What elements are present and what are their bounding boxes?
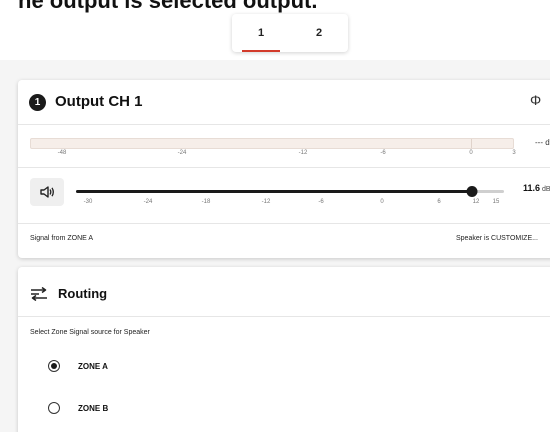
divider	[18, 316, 550, 317]
phase-invert-icon[interactable]: Φ	[530, 92, 541, 108]
output-card-header: 1 Output CH 1 Φ	[18, 80, 550, 125]
volume-tick-label: 0	[380, 199, 384, 205]
speaker-volume-icon	[40, 186, 54, 198]
signal-source-text: Signal from ZONE A	[30, 235, 94, 242]
tab-channel-2-label: 2	[315, 27, 323, 39]
mute-button[interactable]	[30, 178, 64, 206]
channel-tabs: 1 2	[232, 14, 348, 52]
zone-a-option[interactable]: ZONE A	[48, 358, 108, 374]
volume-slider-thumb[interactable]	[466, 186, 478, 197]
meter-tick-label: 0	[469, 150, 473, 156]
volume-value: 11.6	[523, 183, 541, 193]
partial-heading: he output is selected output.	[18, 0, 318, 13]
routing-subtitle: Select Zone Signal source for Speaker	[30, 329, 150, 336]
volume-tick-label: -6	[318, 199, 324, 205]
volume-tick-label: -12	[261, 199, 271, 205]
meter-tick-label: -6	[380, 150, 386, 156]
tab-channel-1-label: 1	[257, 27, 265, 39]
zone-b-option[interactable]: ZONE B	[48, 400, 108, 416]
volume-tick-label: 12	[472, 199, 480, 205]
divider	[18, 167, 550, 168]
volume-tick-label: -24	[143, 199, 153, 205]
volume-tick-label: 15	[492, 199, 500, 205]
volume-tick-label: -30	[83, 199, 93, 205]
level-meter	[30, 138, 514, 149]
zone-a-label: ZONE A	[78, 361, 108, 371]
output-card: 1 Output CH 1 Φ --- dB -48 -24 -12 -6 0 …	[18, 80, 550, 258]
divider	[18, 223, 550, 224]
tab-channel-2[interactable]: 2	[290, 14, 348, 52]
volume-row: 11.6 dB -30 -24 -18 -12 -6 0 6 12 15	[18, 172, 550, 216]
routing-icon	[31, 287, 47, 301]
routing-title: Routing	[58, 286, 108, 301]
channel-badge: 1	[29, 94, 46, 111]
volume-slider[interactable]	[76, 186, 504, 197]
page: he output is selected output. 1 2 1 Outp…	[0, 0, 550, 432]
meter-readout: --- dB	[535, 138, 550, 147]
meter-tick-label: -48	[57, 150, 67, 156]
volume-tick-label: 6	[437, 199, 441, 205]
meter-tick-label: -24	[177, 150, 187, 156]
output-title: Output CH 1	[55, 93, 143, 110]
routing-card: Routing Select Zone Signal source for Sp…	[18, 267, 550, 432]
speaker-status-text: Speaker is CUSTOMIZE...	[456, 235, 538, 242]
meter-tick-label: -12	[298, 150, 308, 156]
volume-tick-label: -18	[201, 199, 211, 205]
meter-zero-mark	[471, 139, 472, 148]
radio-selected-dot	[51, 363, 57, 369]
zone-b-radio[interactable]	[48, 402, 60, 414]
zone-a-radio[interactable]	[48, 360, 60, 372]
tab-channel-1[interactable]: 1	[232, 14, 290, 52]
volume-scale: -30 -24 -18 -12 -6 0 6 12 15	[76, 199, 516, 209]
volume-slider-fill	[76, 190, 472, 193]
volume-readout: 11.6 dB	[523, 183, 550, 193]
meter-scale: -48 -24 -12 -6 0 3	[30, 150, 520, 160]
zone-b-label: ZONE B	[78, 403, 109, 413]
top-strip: he output is selected output. 1 2	[0, 0, 550, 60]
meter-tick-label: 3	[512, 150, 516, 156]
volume-unit: dB	[542, 186, 550, 193]
